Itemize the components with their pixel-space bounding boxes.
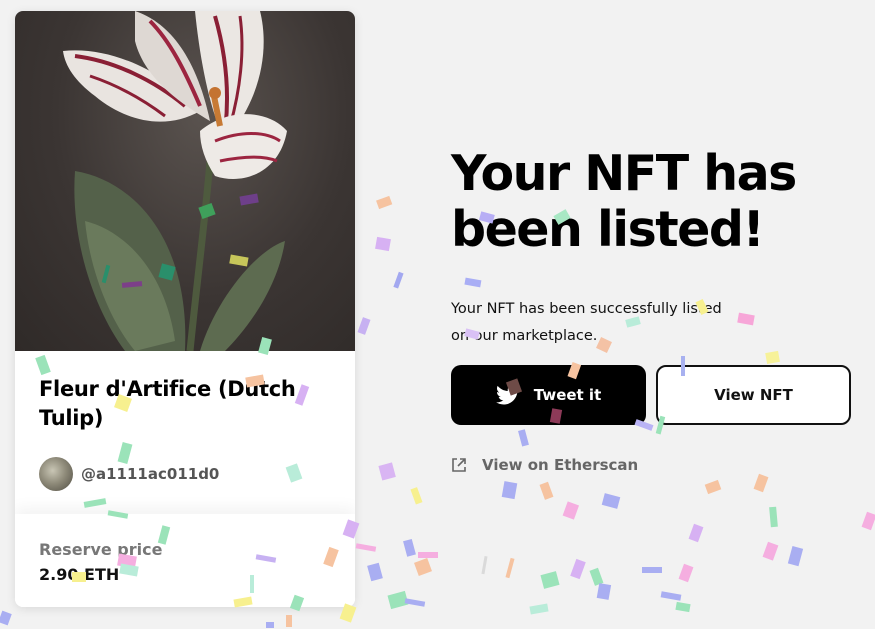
page-title: Your NFT has been listed! [451,145,797,258]
success-message: Your NFT has been successfully listed on… [451,300,722,344]
reserve-price-label: Reserve price [39,540,163,559]
view-nft-button-label[interactable]: View NFT [714,386,793,404]
nft-title: Fleur d'Artifice (Dutch Tulip) [39,377,296,430]
avatar[interactable] [39,457,73,491]
view-on-etherscan-link[interactable]: View on Etherscan [451,456,638,474]
twitter-bird-icon [495,385,520,405]
reserve-price-value: 2.90 ETH [39,565,120,584]
view-nft-button[interactable]: View NFT [656,365,851,425]
card-footer: Reserve price 2.90 ETH [15,514,355,607]
tweet-button-label[interactable]: Tweet it [534,386,602,404]
external-link-icon [452,458,466,472]
tweet-button[interactable]: Tweet it [451,365,646,425]
creator-row[interactable]: @a1111ac011d0 [39,457,219,491]
nft-artwork-image [15,11,355,351]
etherscan-link-label[interactable]: View on Etherscan [482,456,638,474]
nft-card: Fleur d'Artifice (Dutch Tulip) @a1111ac0… [15,11,355,607]
creator-handle[interactable]: @a1111ac011d0 [81,465,219,483]
